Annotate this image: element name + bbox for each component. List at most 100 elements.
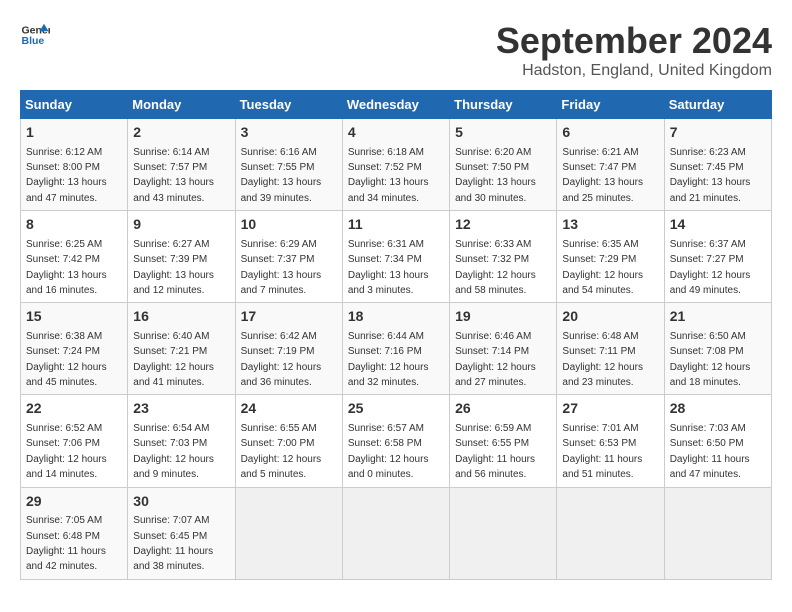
calendar-week-2: 8 Sunrise: 6:25 AMSunset: 7:42 PMDaylight…: [21, 211, 772, 303]
day-number: 10: [241, 215, 337, 235]
table-row: 2Sunrise: 6:14 AMSunset: 7:57 PMDaylight…: [128, 119, 235, 211]
table-row: 5 Sunrise: 6:20 AMSunset: 7:50 PMDaylight…: [450, 119, 557, 211]
col-tuesday: Tuesday: [235, 91, 342, 119]
calendar-title: September 2024: [496, 20, 772, 62]
day-number: 11: [348, 215, 444, 235]
col-sunday: Sunday: [21, 91, 128, 119]
day-number: 27: [562, 399, 658, 419]
calendar-week-4: 22 Sunrise: 6:52 AMSunset: 7:06 PMDayligh…: [21, 395, 772, 487]
day-info: Sunrise: 6:33 AMSunset: 7:32 PMDaylight:…: [455, 239, 536, 296]
table-row: 22 Sunrise: 6:52 AMSunset: 7:06 PMDayligh…: [21, 395, 128, 487]
table-row: 7 Sunrise: 6:23 AMSunset: 7:45 PMDaylight…: [664, 119, 771, 211]
day-number: 9: [133, 215, 229, 235]
day-info: Sunrise: 6:25 AMSunset: 7:42 PMDaylight:…: [26, 239, 107, 296]
table-row: 16 Sunrise: 6:40 AMSunset: 7:21 PMDayligh…: [128, 303, 235, 395]
svg-text:Blue: Blue: [22, 35, 45, 47]
day-number: 28: [670, 399, 766, 419]
col-thursday: Thursday: [450, 91, 557, 119]
header-row: Sunday Monday Tuesday Wednesday Thursday…: [21, 91, 772, 119]
day-info: Sunrise: 7:05 AMSunset: 6:48 PMDaylight:…: [26, 515, 106, 572]
table-row: 9 Sunrise: 6:27 AMSunset: 7:39 PMDaylight…: [128, 211, 235, 303]
day-number: 16: [133, 307, 229, 327]
table-row: 18Sunrise: 6:44 AMSunset: 7:16 PMDayligh…: [342, 303, 449, 395]
col-monday: Monday: [128, 91, 235, 119]
table-row: 19 Sunrise: 6:46 AMSunset: 7:14 PMDayligh…: [450, 303, 557, 395]
day-number: 17: [241, 307, 337, 327]
day-info: Sunrise: 6:52 AMSunset: 7:06 PMDaylight:…: [26, 423, 107, 480]
table-row: 1Sunrise: 6:12 AMSunset: 8:00 PMDaylight…: [21, 119, 128, 211]
day-info: Sunrise: 6:16 AMSunset: 7:55 PMDaylight:…: [241, 147, 322, 204]
header: General Blue September 2024 Hadston, Eng…: [20, 20, 772, 80]
day-number: 8: [26, 215, 122, 235]
table-row: 17Sunrise: 6:42 AMSunset: 7:19 PMDayligh…: [235, 303, 342, 395]
day-info: Sunrise: 6:48 AMSunset: 7:11 PMDaylight:…: [562, 331, 643, 388]
day-number: 18: [348, 307, 444, 327]
day-info: Sunrise: 7:03 AMSunset: 6:50 PMDaylight:…: [670, 423, 750, 480]
day-info: Sunrise: 6:31 AMSunset: 7:34 PMDaylight:…: [348, 239, 429, 296]
table-row: 21Sunrise: 6:50 AMSunset: 7:08 PMDayligh…: [664, 303, 771, 395]
table-row: 11 Sunrise: 6:31 AMSunset: 7:34 PMDayligh…: [342, 211, 449, 303]
table-row: [450, 487, 557, 579]
day-number: 26: [455, 399, 551, 419]
day-number: 23: [133, 399, 229, 419]
title-area: September 2024 Hadston, England, United …: [496, 20, 772, 80]
day-number: 7: [670, 123, 766, 143]
calendar-week-3: 15 Sunrise: 6:38 AMSunset: 7:24 PMDayligh…: [21, 303, 772, 395]
day-number: 12: [455, 215, 551, 235]
day-number: 24: [241, 399, 337, 419]
table-row: [557, 487, 664, 579]
day-info: Sunrise: 6:14 AMSunset: 7:57 PMDaylight:…: [133, 147, 214, 204]
day-number: 20: [562, 307, 658, 327]
day-info: Sunrise: 6:37 AMSunset: 7:27 PMDaylight:…: [670, 239, 751, 296]
day-number: 3: [241, 123, 337, 143]
day-number: 5: [455, 123, 551, 143]
day-number: 14: [670, 215, 766, 235]
calendar-week-1: 1Sunrise: 6:12 AMSunset: 8:00 PMDaylight…: [21, 119, 772, 211]
table-row: 30Sunrise: 7:07 AMSunset: 6:45 PMDayligh…: [128, 487, 235, 579]
day-number: 6: [562, 123, 658, 143]
table-row: 6Sunrise: 6:21 AMSunset: 7:47 PMDaylight…: [557, 119, 664, 211]
day-info: Sunrise: 6:46 AMSunset: 7:14 PMDaylight:…: [455, 331, 536, 388]
day-number: 1: [26, 123, 122, 143]
day-number: 25: [348, 399, 444, 419]
table-row: 4 Sunrise: 6:18 AMSunset: 7:52 PMDaylight…: [342, 119, 449, 211]
calendar-table: Sunday Monday Tuesday Wednesday Thursday…: [20, 90, 772, 580]
table-row: 12 Sunrise: 6:33 AMSunset: 7:32 PMDayligh…: [450, 211, 557, 303]
table-row: 14 Sunrise: 6:37 AMSunset: 7:27 PMDayligh…: [664, 211, 771, 303]
table-row: 29 Sunrise: 7:05 AMSunset: 6:48 PMDayligh…: [21, 487, 128, 579]
table-row: 23 Sunrise: 6:54 AMSunset: 7:03 PMDayligh…: [128, 395, 235, 487]
day-number: 13: [562, 215, 658, 235]
logo: General Blue: [20, 20, 50, 50]
day-info: Sunrise: 6:35 AMSunset: 7:29 PMDaylight:…: [562, 239, 643, 296]
col-friday: Friday: [557, 91, 664, 119]
day-info: Sunrise: 6:40 AMSunset: 7:21 PMDaylight:…: [133, 331, 214, 388]
table-row: 15 Sunrise: 6:38 AMSunset: 7:24 PMDayligh…: [21, 303, 128, 395]
day-info: Sunrise: 6:20 AMSunset: 7:50 PMDaylight:…: [455, 147, 536, 204]
day-info: Sunrise: 6:18 AMSunset: 7:52 PMDaylight:…: [348, 147, 429, 204]
day-number: 19: [455, 307, 551, 327]
day-info: Sunrise: 6:54 AMSunset: 7:03 PMDaylight:…: [133, 423, 214, 480]
table-row: 10 Sunrise: 6:29 AMSunset: 7:37 PMDayligh…: [235, 211, 342, 303]
calendar-subtitle: Hadston, England, United Kingdom: [496, 62, 772, 80]
day-number: 29: [26, 492, 122, 512]
table-row: 8 Sunrise: 6:25 AMSunset: 7:42 PMDaylight…: [21, 211, 128, 303]
day-info: Sunrise: 6:38 AMSunset: 7:24 PMDaylight:…: [26, 331, 107, 388]
day-info: Sunrise: 6:50 AMSunset: 7:08 PMDaylight:…: [670, 331, 751, 388]
day-number: 15: [26, 307, 122, 327]
calendar-week-5: 29 Sunrise: 7:05 AMSunset: 6:48 PMDayligh…: [21, 487, 772, 579]
day-info: Sunrise: 7:07 AMSunset: 6:45 PMDaylight:…: [133, 515, 213, 572]
table-row: [342, 487, 449, 579]
table-row: 20 Sunrise: 6:48 AMSunset: 7:11 PMDayligh…: [557, 303, 664, 395]
table-row: 27 Sunrise: 7:01 AMSunset: 6:53 PMDayligh…: [557, 395, 664, 487]
table-row: 3 Sunrise: 6:16 AMSunset: 7:55 PMDaylight…: [235, 119, 342, 211]
day-info: Sunrise: 6:57 AMSunset: 6:58 PMDaylight:…: [348, 423, 429, 480]
day-info: Sunrise: 7:01 AMSunset: 6:53 PMDaylight:…: [562, 423, 642, 480]
day-number: 22: [26, 399, 122, 419]
day-info: Sunrise: 6:29 AMSunset: 7:37 PMDaylight:…: [241, 239, 322, 296]
day-number: 4: [348, 123, 444, 143]
day-info: Sunrise: 6:23 AMSunset: 7:45 PMDaylight:…: [670, 147, 751, 204]
table-row: [235, 487, 342, 579]
col-saturday: Saturday: [664, 91, 771, 119]
day-info: Sunrise: 6:27 AMSunset: 7:39 PMDaylight:…: [133, 239, 214, 296]
table-row: 13 Sunrise: 6:35 AMSunset: 7:29 PMDayligh…: [557, 211, 664, 303]
